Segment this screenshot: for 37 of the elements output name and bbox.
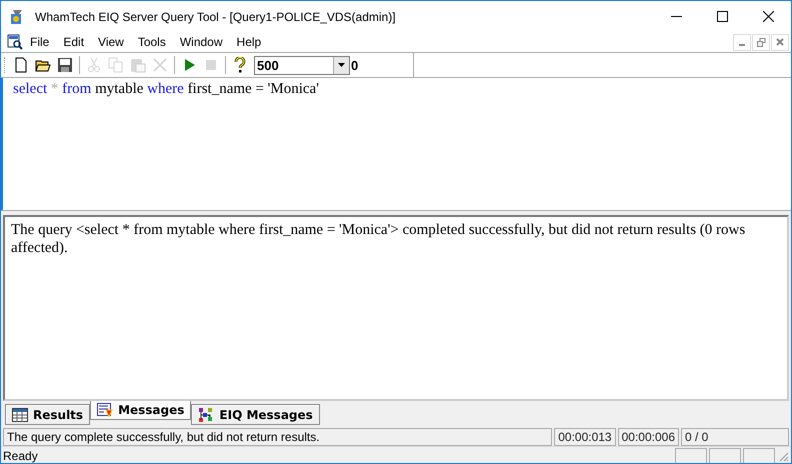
status-text: Ready <box>3 449 39 463</box>
tab[interactable]: EIQ Messages <box>191 404 320 425</box>
close-icon <box>776 38 784 46</box>
menu-item[interactable]: View <box>91 35 131 49</box>
status-panel <box>743 448 775 463</box>
message-icon <box>97 403 114 417</box>
table-icon <box>12 408 28 422</box>
row-count: 0 <box>351 58 360 72</box>
tab[interactable]: Messages <box>90 401 192 420</box>
maximize-icon <box>716 11 728 22</box>
query-editor[interactable]: select * from mytable where first_name = 'Monica' <box>1 78 791 210</box>
resize-grip-icon <box>777 450 789 462</box>
tree-icon <box>198 406 214 422</box>
window-title: WhamTech EIQ Server Query Tool - [Query1-POLICE_VDS(admin)] <box>35 10 396 24</box>
restore-icon <box>756 38 766 46</box>
status-field: 00:00:013 <box>554 428 616 446</box>
help-icon[interactable] <box>232 57 248 73</box>
status-panel <box>675 448 707 463</box>
status-field: 0 / 0 <box>681 428 789 446</box>
menu-item[interactable]: Window <box>172 35 230 49</box>
tab[interactable]: Results <box>5 404 90 425</box>
minimize-button[interactable] <box>733 34 751 50</box>
row-limit-dropdown[interactable]: 500 <box>254 56 350 74</box>
status-message: The query complete successfully, but did not return results. <box>3 428 552 446</box>
menu-item[interactable]: Tools <box>130 35 173 49</box>
document-icon[interactable] <box>7 34 23 50</box>
status-panel <box>709 448 741 463</box>
menu-item[interactable]: Edit <box>56 35 92 49</box>
close-icon <box>762 11 774 22</box>
save-icon[interactable] <box>57 57 73 73</box>
new-file-icon[interactable] <box>13 57 29 73</box>
menu-item[interactable]: Help <box>230 35 268 49</box>
menu-item[interactable]: File <box>23 35 56 49</box>
status-field: 00:00:006 <box>618 428 679 446</box>
message-text: The query <select * from mytable where first_name = 'Monica'> completed successfully, but did not return results (0 rows affected). <box>11 221 746 257</box>
caret-icon <box>338 63 345 67</box>
restore-button[interactable] <box>752 34 770 50</box>
